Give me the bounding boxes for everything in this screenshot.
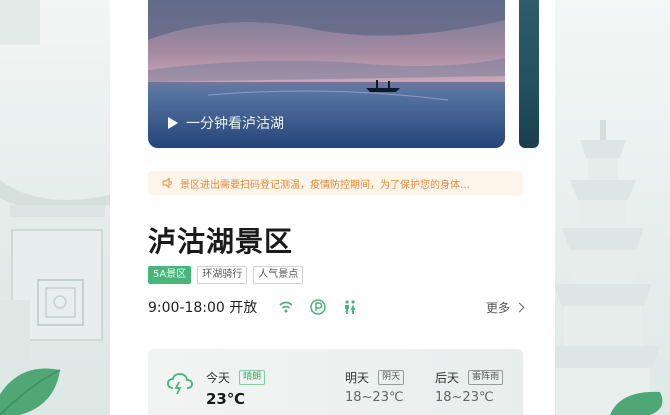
tomorrow-temp: 18~23℃ [345, 390, 404, 405]
next-hero-slide[interactable] [519, 0, 539, 148]
hours-row: 9:00-18:00 开放 更多 [148, 297, 525, 317]
wifi-icon [279, 301, 293, 313]
weather-tomorrow: 明天 阴天 18~23℃ [345, 367, 405, 405]
opening-hours: 9:00-18:00 开放 [148, 300, 258, 316]
video-caption[interactable]: 一分钟看泸沽湖 [168, 113, 284, 133]
weather-day-after: 后天 雷阵雨 18~23℃ [435, 367, 504, 405]
day-after-temp: 18~23℃ [435, 390, 494, 405]
cloud-rain-icon [167, 373, 193, 395]
today-label: 今天 [206, 371, 231, 385]
weather-card[interactable]: 今天 晴朗 23℃ 明天 阴天 18~23℃ 后天 雷阵雨 18~23℃ [148, 349, 523, 415]
tag-popular: 人气景点 [253, 266, 304, 284]
restroom-icon [345, 300, 356, 314]
parking-icon [310, 299, 327, 315]
weather-today: 今天 晴朗 23℃ [206, 367, 266, 408]
more-link-label: 更多 [485, 300, 510, 315]
notice-text: 景区进出需要扫码登记测温，疫情防控期间，为了保护您的身体… [180, 179, 470, 191]
video-caption-text: 一分钟看泸沽湖 [186, 116, 284, 132]
speaker-icon [162, 177, 172, 189]
today-condition: 晴朗 [239, 370, 266, 385]
page-title: 泸沽湖景区 [148, 225, 294, 258]
tomorrow-label: 明天 [345, 371, 370, 385]
more-link[interactable]: 更多 [485, 299, 525, 316]
day-after-condition: 雷阵雨 [468, 370, 504, 385]
tag-cycling: 环湖骑行 [197, 266, 248, 284]
tag-5a: 5A景区 [148, 266, 192, 284]
day-after-label: 后天 [435, 371, 460, 385]
chevron-right-icon [514, 302, 525, 312]
tag-list: 5A景区 环湖骑行 人气景点 [148, 266, 304, 284]
hero-video[interactable]: 一分钟看泸沽湖 [148, 0, 505, 148]
play-icon[interactable] [168, 117, 178, 129]
pagoda-illustration [546, 120, 663, 415]
today-temp: 23℃ [206, 390, 246, 408]
notice-bar[interactable]: 景区进出需要扫码登记测温，疫情防控期间，为了保护您的身体… [148, 171, 523, 195]
tomorrow-condition: 阴天 [378, 370, 405, 385]
